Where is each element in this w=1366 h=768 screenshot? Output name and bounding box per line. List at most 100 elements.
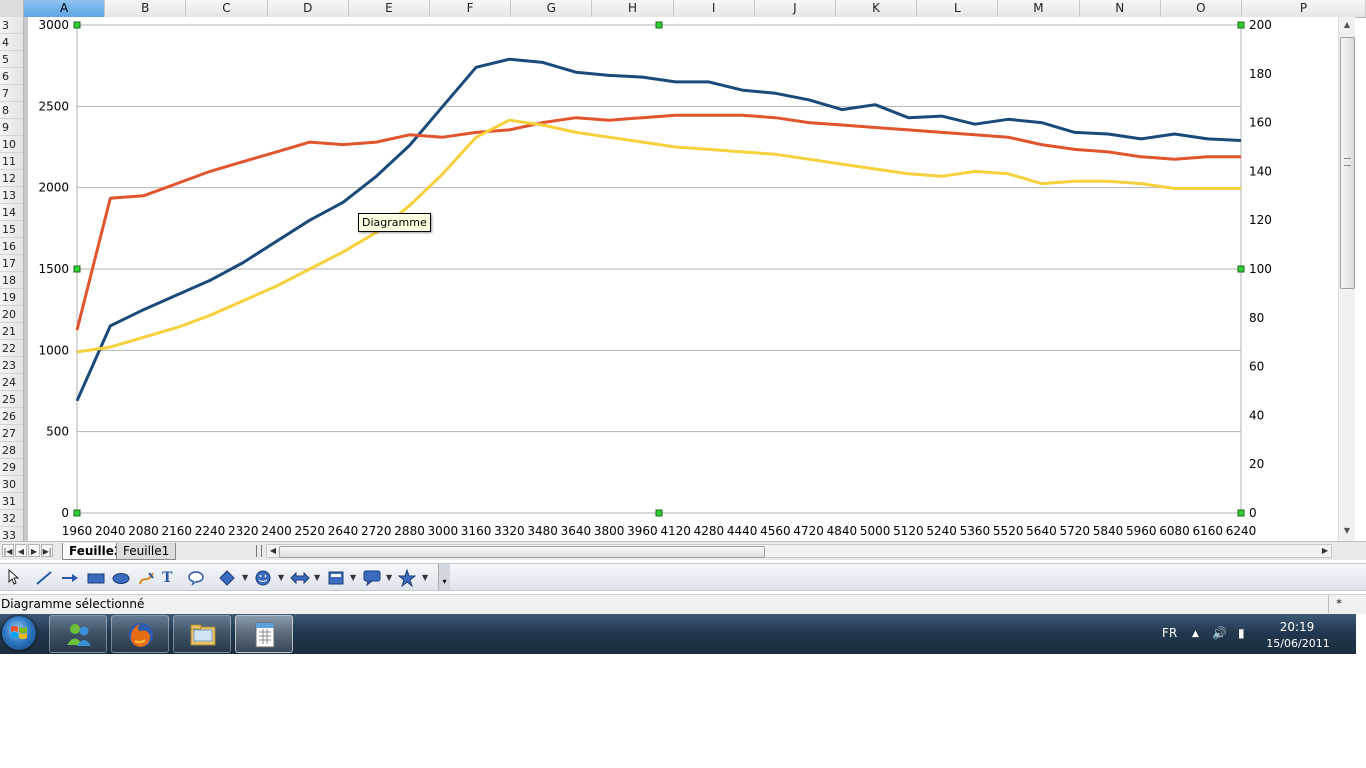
sheet-tab-feuille1[interactable]: Feuille1 <box>116 543 177 560</box>
chart-object[interactable]: 0 500 1000 1500 2000 2500 3000 0 20 40 60 80 100 120 1… <box>28 17 1338 541</box>
stars-icon[interactable] <box>397 568 417 588</box>
scroll-right-icon[interactable]: ▶ <box>1319 545 1331 557</box>
row-header-22[interactable]: 22 <box>0 340 23 357</box>
column-header-p[interactable]: P <box>1242 0 1366 17</box>
row-header-26[interactable]: 26 <box>0 408 23 425</box>
horizontal-scrollbar[interactable]: ◀ ▶ <box>266 544 1332 558</box>
column-header-h[interactable]: H <box>592 0 674 17</box>
line-chart[interactable]: 0500100015002000250030000204060801001201… <box>28 17 1338 541</box>
column-header-a[interactable]: A <box>24 0 106 17</box>
next-sheet-button[interactable]: ▶ <box>28 544 40 557</box>
chevron-down-icon[interactable]: ▼ <box>386 569 392 587</box>
row-header-29[interactable]: 29 <box>0 459 23 476</box>
column-header-l[interactable]: L <box>917 0 999 17</box>
rectangle-icon[interactable] <box>86 569 106 587</box>
language-indicator[interactable]: FR <box>1162 626 1177 640</box>
row-header-11[interactable]: 11 <box>0 153 23 170</box>
taskbar-messenger[interactable] <box>49 615 107 653</box>
ellipse-icon[interactable] <box>111 569 131 587</box>
select-arrow-icon[interactable] <box>6 568 20 587</box>
column-header-m[interactable]: M <box>998 0 1080 17</box>
row-header-21[interactable]: 21 <box>0 323 23 340</box>
text-icon[interactable]: T <box>162 569 172 587</box>
selection-handle[interactable] <box>1237 265 1245 273</box>
toolbar-overflow-button[interactable]: ▾ <box>438 564 450 590</box>
volume-icon[interactable]: 🔊 <box>1212 626 1227 640</box>
arrow-icon[interactable] <box>60 569 80 587</box>
column-header-c[interactable]: C <box>186 0 268 17</box>
selection-handle[interactable] <box>655 509 663 517</box>
block-arrows-icon[interactable] <box>290 569 310 587</box>
row-header-15[interactable]: 15 <box>0 221 23 238</box>
taskbar-firefox[interactable] <box>111 615 169 653</box>
row-header-24[interactable]: 24 <box>0 374 23 391</box>
start-button[interactable] <box>2 616 36 650</box>
basic-shapes-icon[interactable] <box>218 569 236 587</box>
taskbar-explorer[interactable] <box>173 615 231 653</box>
row-header-27[interactable]: 27 <box>0 425 23 442</box>
line-icon[interactable] <box>34 569 54 587</box>
row-header-19[interactable]: 19 <box>0 289 23 306</box>
column-header-e[interactable]: E <box>349 0 430 17</box>
chevron-down-icon[interactable]: ▼ <box>242 569 248 587</box>
tab-split-handle[interactable] <box>256 545 262 557</box>
row-header-25[interactable]: 25 <box>0 391 23 408</box>
row-header-4[interactable]: 4 <box>0 34 23 51</box>
row-header-17[interactable]: 17 <box>0 255 23 272</box>
scroll-down-icon[interactable]: ▼ <box>1339 523 1355 539</box>
row-header-28[interactable]: 28 <box>0 442 23 459</box>
row-header-12[interactable]: 12 <box>0 170 23 187</box>
row-header-18[interactable]: 18 <box>0 272 23 289</box>
row-header-20[interactable]: 20 <box>0 306 23 323</box>
column-header-i[interactable]: I <box>674 0 755 17</box>
selection-handle[interactable] <box>73 509 81 517</box>
column-header-f[interactable]: F <box>430 0 512 17</box>
row-header-16[interactable]: 16 <box>0 238 23 255</box>
clock-date[interactable]: 15/06/2011 <box>1262 637 1334 650</box>
row-header-5[interactable]: 5 <box>0 51 23 68</box>
chevron-down-icon[interactable]: ▼ <box>422 569 428 587</box>
selection-handle[interactable] <box>655 21 663 29</box>
scroll-left-icon[interactable]: ◀ <box>267 545 279 557</box>
vertical-scrollbar[interactable]: ▲ ▼ <box>1338 17 1355 541</box>
power-icon[interactable]: ▮ <box>1238 626 1245 640</box>
clock-time[interactable]: 20:19 <box>1272 620 1322 634</box>
column-header-b[interactable]: B <box>105 0 187 17</box>
tray-expand-icon[interactable]: ▲ <box>1192 629 1199 639</box>
selection-handle[interactable] <box>73 265 81 273</box>
vertical-scroll-thumb[interactable] <box>1340 37 1355 289</box>
selection-handle[interactable] <box>1237 509 1245 517</box>
row-header-30[interactable]: 30 <box>0 476 23 493</box>
column-header-d[interactable]: D <box>268 0 349 17</box>
select-all-corner[interactable] <box>0 0 24 17</box>
callout-icon[interactable] <box>186 569 206 587</box>
row-header-13[interactable]: 13 <box>0 187 23 204</box>
row-header-14[interactable]: 14 <box>0 204 23 221</box>
row-header-10[interactable]: 10 <box>0 136 23 153</box>
row-header-31[interactable]: 31 <box>0 493 23 510</box>
last-sheet-button[interactable]: ▶| <box>41 544 53 557</box>
column-header-j[interactable]: J <box>755 0 836 17</box>
column-header-k[interactable]: K <box>836 0 918 17</box>
symbol-shapes-icon[interactable] <box>254 569 272 587</box>
chevron-down-icon[interactable]: ▼ <box>314 569 320 587</box>
row-header-7[interactable]: 7 <box>0 85 23 102</box>
first-sheet-button[interactable]: |◀ <box>2 544 14 557</box>
row-header-9[interactable]: 9 <box>0 119 23 136</box>
row-header-3[interactable]: 3 <box>0 17 23 34</box>
column-header-o[interactable]: O <box>1161 0 1242 17</box>
callouts-icon[interactable] <box>362 569 382 587</box>
row-header-23[interactable]: 23 <box>0 357 23 374</box>
column-header-g[interactable]: G <box>511 0 593 17</box>
chevron-down-icon[interactable]: ▼ <box>350 569 356 587</box>
selection-handle[interactable] <box>1237 21 1245 29</box>
row-header-8[interactable]: 8 <box>0 102 23 119</box>
row-header-6[interactable]: 6 <box>0 68 23 85</box>
chevron-down-icon[interactable]: ▼ <box>278 569 284 587</box>
prev-sheet-button[interactable]: ◀ <box>15 544 27 557</box>
column-header-n[interactable]: N <box>1080 0 1161 17</box>
taskbar-spreadsheet[interactable] <box>235 615 293 653</box>
selection-handle[interactable] <box>73 21 81 29</box>
scroll-up-icon[interactable]: ▲ <box>1339 17 1355 33</box>
freeform-icon[interactable] <box>137 569 157 587</box>
